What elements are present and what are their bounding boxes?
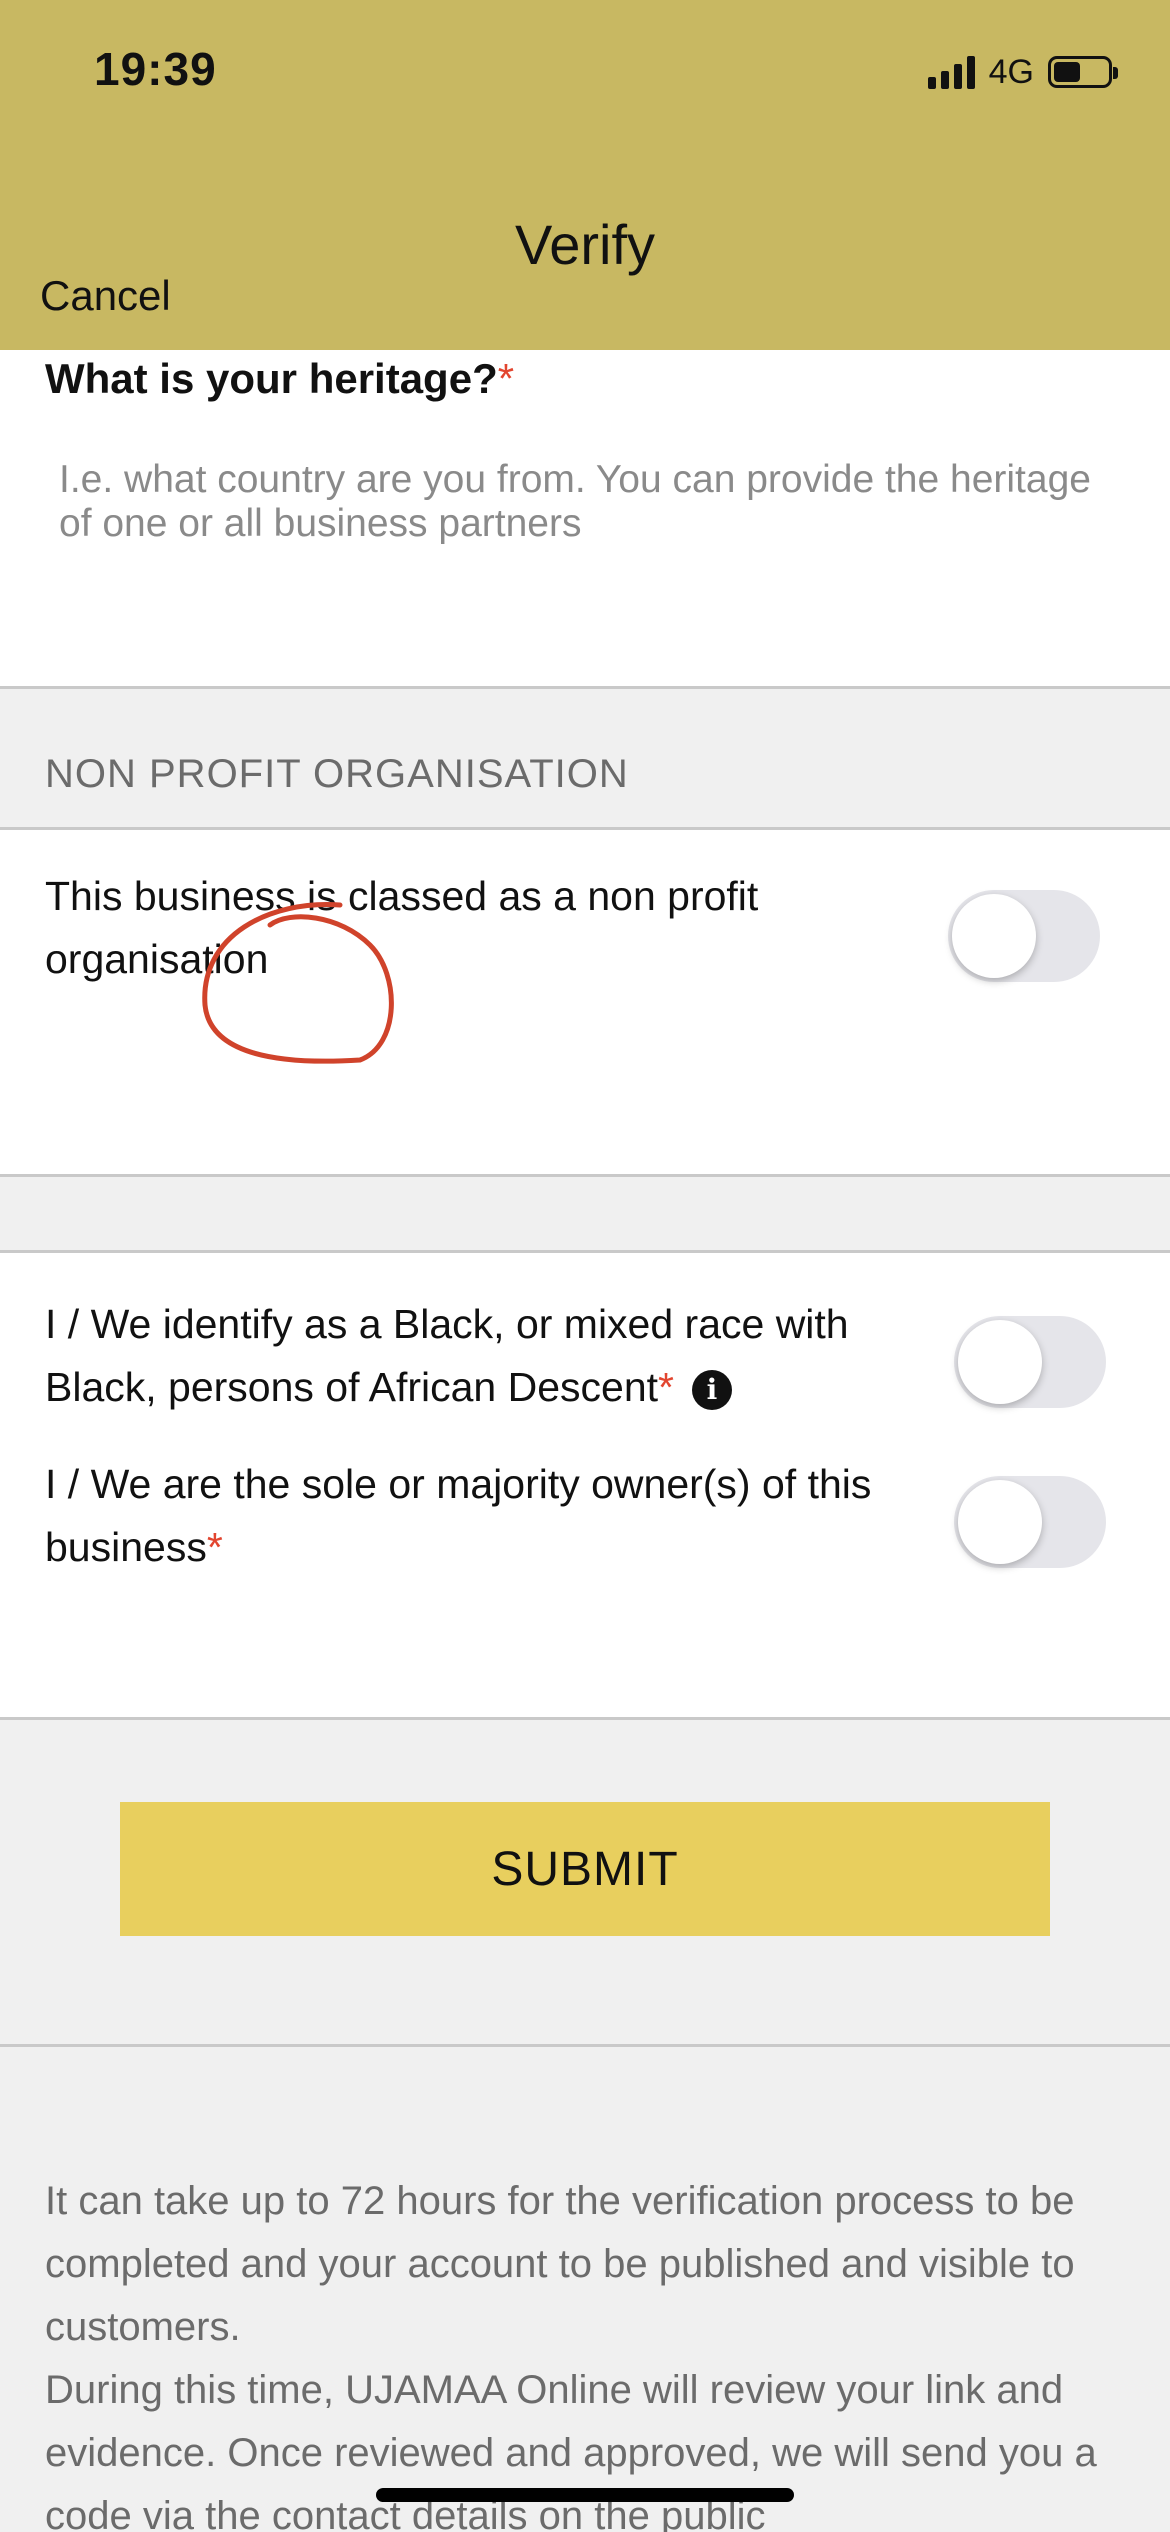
status-icons: 4G bbox=[927, 52, 1118, 92]
info-icon[interactable]: i bbox=[692, 1370, 732, 1411]
required-mark: * bbox=[658, 1364, 674, 1410]
required-mark: * bbox=[497, 355, 515, 402]
verify-screen: 19:39 4G Verify Cancel What is your heri… bbox=[0, 0, 1170, 2532]
submit-button[interactable]: SUBMIT bbox=[120, 1802, 1050, 1936]
home-indicator[interactable] bbox=[376, 2488, 794, 2502]
divider bbox=[0, 1174, 1170, 1177]
non-profit-label: This business is classed as a non profit… bbox=[45, 873, 759, 982]
page-title: Verify bbox=[514, 213, 656, 276]
required-mark: * bbox=[206, 1524, 223, 1570]
divider bbox=[0, 686, 1170, 689]
divider bbox=[0, 1717, 1170, 1720]
divider bbox=[0, 2044, 1170, 2047]
section-header-non-profit: NON PROFIT ORGANISATION bbox=[45, 752, 629, 796]
ownership-label: I / We are the sole or majority owner(s)… bbox=[45, 1453, 925, 1579]
signal-icon bbox=[927, 55, 975, 89]
toggle-knob bbox=[958, 1320, 1042, 1404]
non-profit-toggle[interactable] bbox=[948, 890, 1100, 982]
heritage-label: What is your heritage?* bbox=[45, 355, 514, 403]
verification-info-paragraph-1: It can take up to 72 hours for the verif… bbox=[45, 2179, 1075, 2349]
verification-info-paragraph-2: During this time, UJAMAA Online will rev… bbox=[45, 2368, 1097, 2532]
toggle-knob bbox=[952, 894, 1036, 978]
battery-icon bbox=[1048, 56, 1118, 88]
toggle-knob bbox=[958, 1480, 1042, 1564]
network-type: 4G bbox=[988, 52, 1034, 91]
verification-info: It can take up to 72 hours for the verif… bbox=[45, 2170, 1125, 2532]
status-time: 19:39 bbox=[94, 43, 217, 95]
ownership-toggle[interactable] bbox=[954, 1476, 1106, 1568]
heritage-label-text: What is your heritage? bbox=[45, 355, 498, 402]
black-heritage-label: I / We identify as a Black, or mixed rac… bbox=[45, 1293, 945, 1419]
heritage-input[interactable] bbox=[45, 458, 1099, 598]
black-heritage-toggle[interactable] bbox=[954, 1316, 1106, 1408]
header-bar: 19:39 4G Verify Cancel bbox=[0, 0, 1170, 350]
ownership-label-text: I / We are the sole or majority owner(s)… bbox=[45, 1461, 872, 1570]
cancel-button[interactable]: Cancel bbox=[40, 272, 171, 320]
